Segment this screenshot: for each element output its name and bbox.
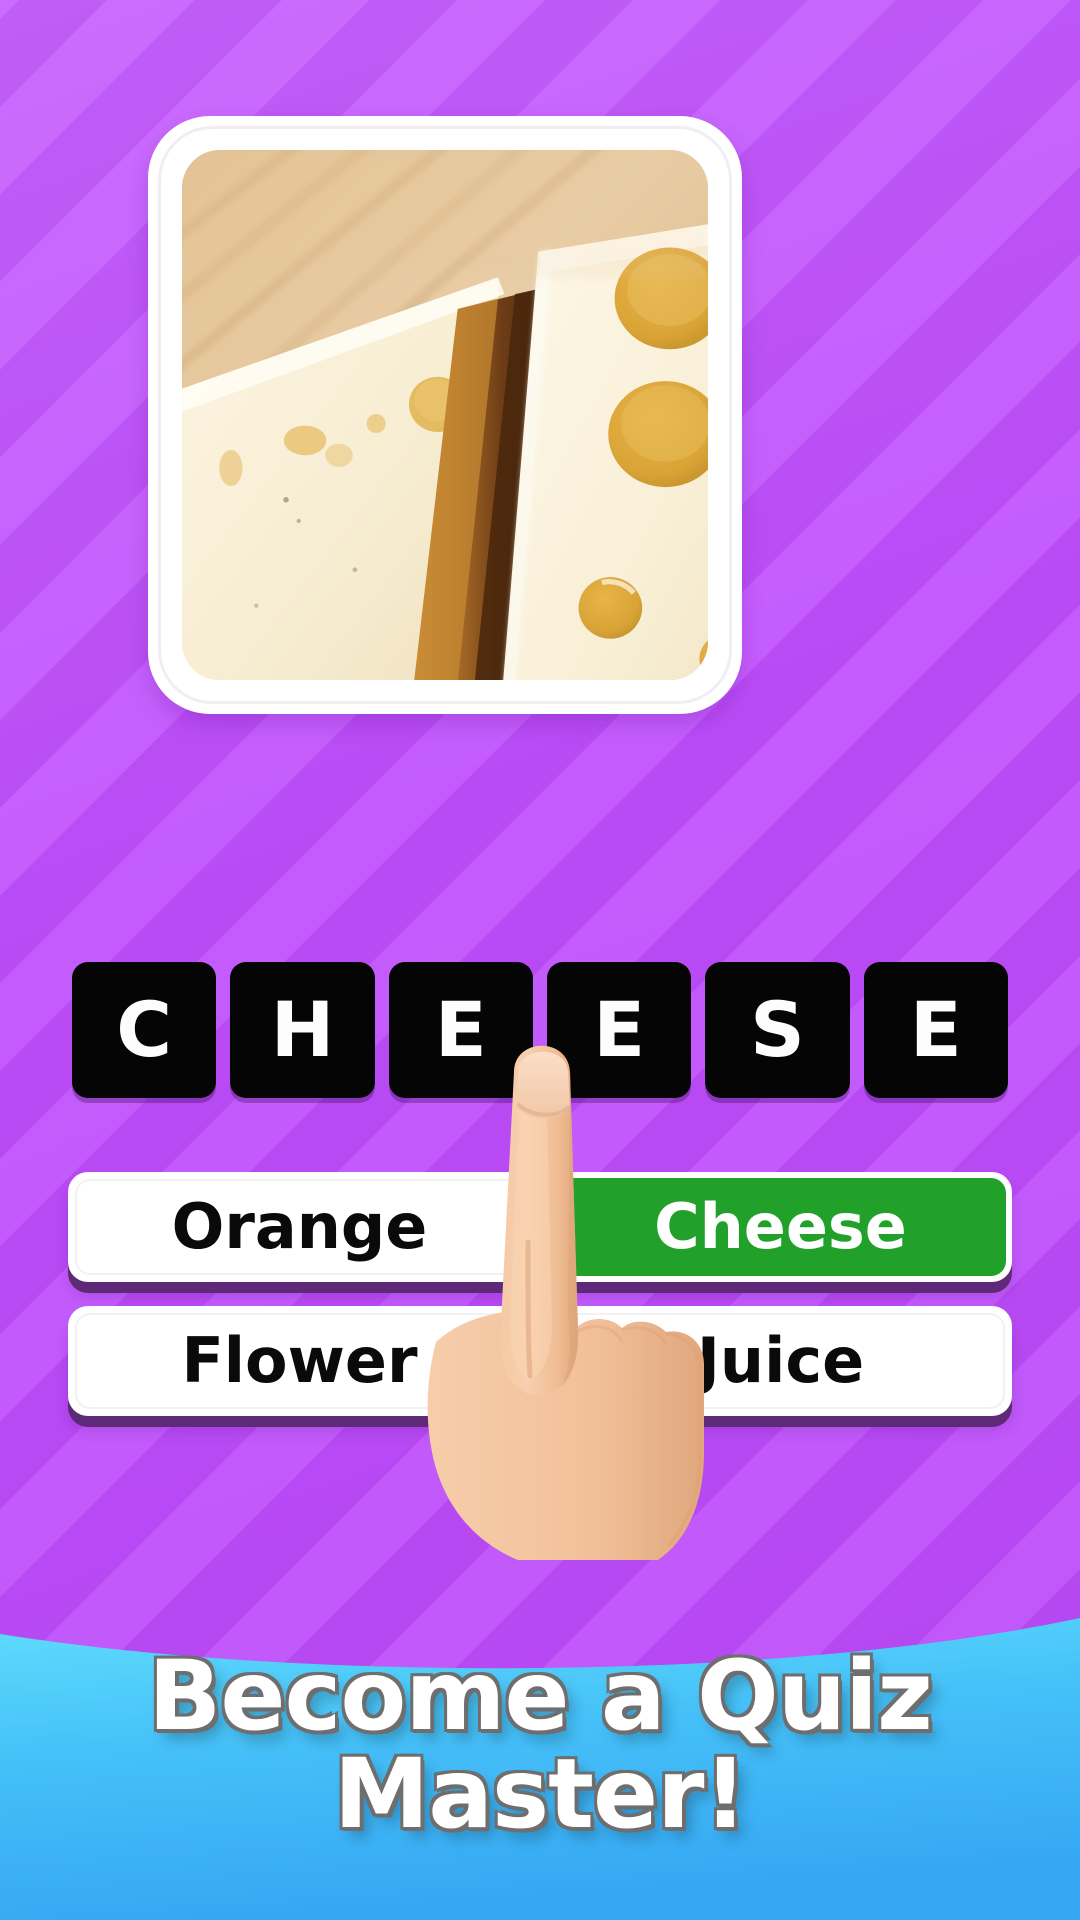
answer-button-label: Orange [171, 1190, 428, 1263]
promo-banner-line-2: Master! [333, 1737, 748, 1850]
promo-banner-text: Become a Quiz Master! [0, 1640, 1080, 1850]
answer-button-label: Cheese [654, 1190, 907, 1263]
letter-tile-char: E [434, 985, 487, 1074]
answer-word-tiles: C H E E S E [72, 962, 1008, 1098]
question-image-card [148, 116, 742, 714]
cheese-photo-illustration [182, 150, 708, 680]
letter-tile[interactable]: E [863, 962, 1008, 1098]
letter-tile[interactable]: H [230, 962, 375, 1098]
app-screen: C H E E S E Orange Cheese Flower Juice B… [0, 0, 1080, 1920]
letter-tile[interactable]: C [72, 962, 217, 1098]
question-image [182, 150, 708, 680]
answer-button-flower[interactable]: Flower [68, 1306, 531, 1416]
letter-tile-char: E [593, 985, 646, 1074]
promo-banner-line-1: Become a Quiz [148, 1640, 933, 1752]
letter-tile-char: C [116, 985, 173, 1074]
answer-button-label: Juice [696, 1324, 865, 1397]
question-image-frame [158, 126, 732, 704]
answer-options-grid: Orange Cheese Flower Juice [68, 1172, 1012, 1416]
letter-tile-char: E [909, 985, 962, 1074]
answer-button-label: Flower [181, 1324, 418, 1397]
answer-button-orange[interactable]: Orange [68, 1172, 531, 1282]
letter-tile[interactable]: S [705, 962, 850, 1098]
letter-tile[interactable]: E [388, 962, 533, 1098]
letter-tile[interactable]: E [546, 962, 692, 1098]
answer-button-cheese[interactable]: Cheese [549, 1172, 1012, 1282]
letter-tile-char: H [270, 985, 335, 1074]
promo-banner: Become a Quiz Master! [0, 1590, 1080, 1920]
letter-tile-char: S [750, 985, 805, 1074]
answer-button-juice[interactable]: Juice [549, 1306, 1012, 1416]
